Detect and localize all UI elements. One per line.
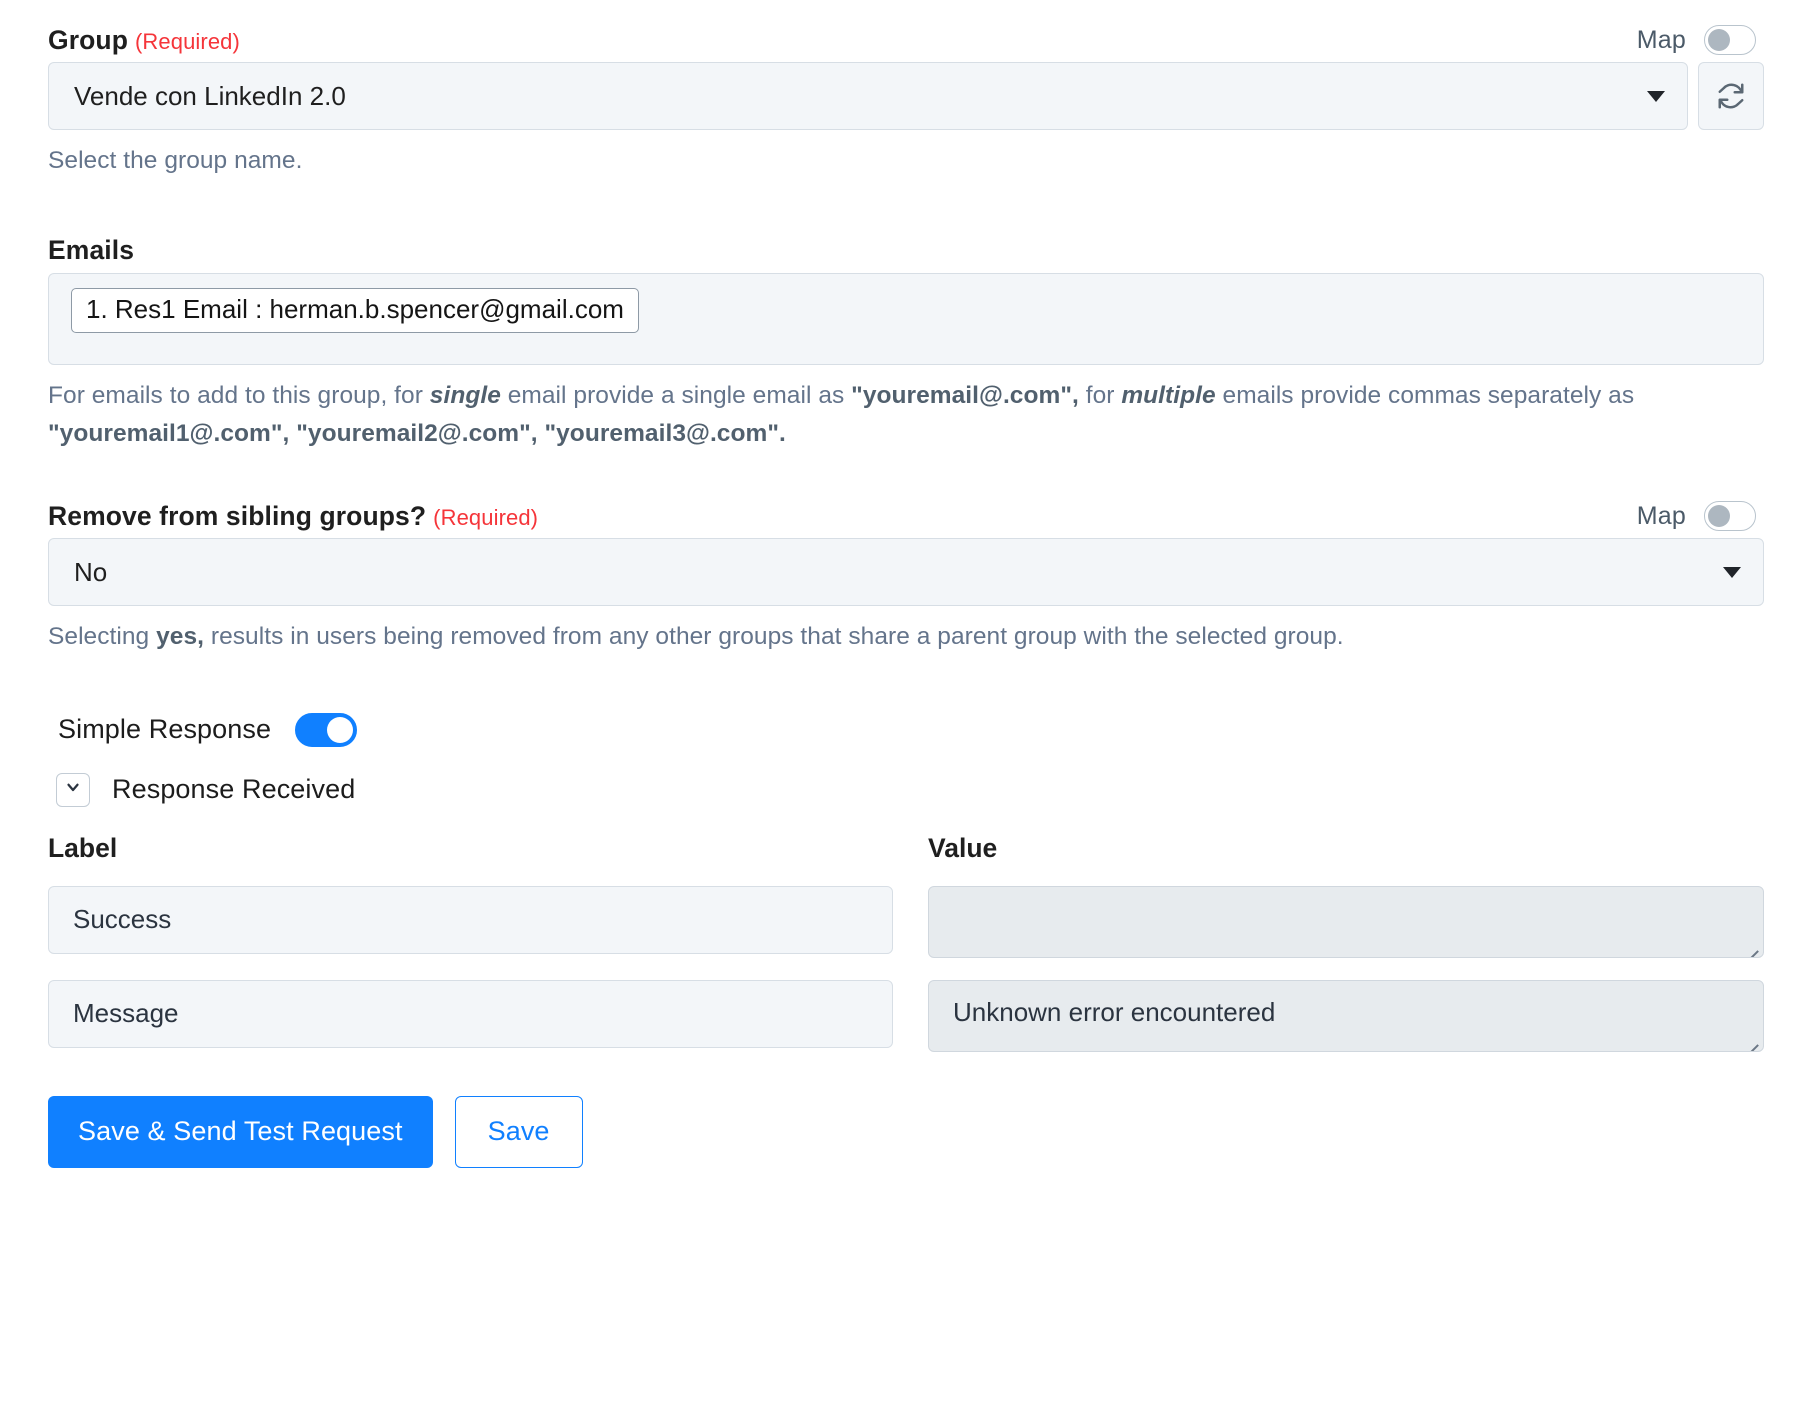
helper-emphasis: multiple — [1121, 381, 1216, 409]
response-collapse-button[interactable] — [56, 772, 90, 807]
chevron-down-icon — [1723, 566, 1741, 578]
label-column-title: Label — [48, 832, 118, 863]
form-panel: Group (Required) Map Vende con LinkedIn 2… — [0, 0, 1794, 1410]
response-label-input-0[interactable]: Success — [48, 885, 893, 954]
group-map-control: Map — [1637, 25, 1764, 55]
emails-field: Emails 1. Res1 Email : herman.b.spencer@… — [48, 229, 1764, 454]
sibling-map-label: Map — [1636, 501, 1686, 530]
label-cell: Message — [48, 979, 928, 1048]
helper-strong: "youremail@.com", — [851, 381, 1079, 409]
group-select-value: Vende con LinkedIn 2.0 — [74, 80, 346, 111]
response-row: Success — [48, 885, 1764, 958]
chevron-down-icon — [64, 778, 82, 801]
group-required-badge: (Required) — [135, 28, 240, 54]
action-buttons: Save & Send Test Request Save — [48, 1095, 1764, 1168]
simple-response-label: Simple Response — [58, 714, 272, 745]
helper-part: For emails to add to this group, for — [48, 381, 430, 409]
resize-grip-icon[interactable] — [1744, 939, 1759, 957]
response-value-textarea-0[interactable] — [928, 885, 1764, 958]
sibling-select-value: No — [74, 556, 108, 587]
helper-part: results in users being removed from any … — [204, 623, 1344, 651]
helper-emphasis: single — [429, 381, 501, 409]
sibling-label-row: Remove from sibling groups? (Required) Ma… — [48, 494, 1764, 538]
value-cell: Unknown error encountered — [928, 979, 1764, 1052]
group-label: Group (Required) — [48, 25, 240, 56]
sibling-required-badge: (Required) — [433, 504, 539, 530]
sibling-label-text: Remove from sibling groups? — [48, 500, 427, 531]
group-field: Group (Required) Map Vende con LinkedIn 2… — [48, 18, 1764, 181]
response-value-textarea-1[interactable]: Unknown error encountered — [928, 979, 1764, 1052]
label-cell: Success — [48, 885, 928, 954]
sibling-map-toggle[interactable] — [1704, 501, 1756, 532]
sibling-label: Remove from sibling groups? (Required) — [48, 501, 538, 532]
sibling-select[interactable]: No — [48, 538, 1764, 607]
group-refresh-button[interactable] — [1698, 62, 1764, 130]
chevron-down-icon — [1647, 90, 1665, 102]
label-value-header: Label Value — [48, 833, 1764, 864]
helper-part: emails provide commas separately as — [1215, 381, 1635, 409]
save-button[interactable]: Save — [454, 1095, 583, 1168]
group-label-text: Group — [48, 24, 128, 55]
emails-helper-text: For emails to add to this group, for sin… — [48, 377, 1764, 454]
value-cell — [928, 885, 1764, 958]
response-label-input-1[interactable]: Message — [48, 979, 893, 1048]
toggle-knob — [327, 716, 354, 743]
emails-input[interactable]: 1. Res1 Email : herman.b.spencer@gmail.c… — [48, 272, 1764, 365]
refresh-icon — [1716, 81, 1746, 111]
group-label-row: Group (Required) Map — [48, 18, 1764, 62]
response-received-header[interactable]: Response Received — [48, 772, 1764, 807]
sibling-map-control: Map — [1636, 501, 1764, 532]
simple-response-toggle[interactable] — [295, 712, 358, 747]
emails-label: Emails — [48, 235, 135, 266]
resize-grip-icon[interactable] — [1744, 1033, 1759, 1051]
helper-strong: yes, — [156, 623, 204, 651]
group-map-label: Map — [1636, 25, 1686, 54]
label-column-header-cell: Label — [48, 833, 928, 864]
sibling-helper-text: Selecting yes, results in users being re… — [48, 618, 1764, 657]
toggle-knob — [1708, 29, 1730, 51]
helper-strong: "youremail1@.com", "youremail2@.com", "y… — [48, 420, 786, 448]
save-and-send-test-request-button[interactable]: Save & Send Test Request — [48, 1095, 433, 1168]
group-select[interactable]: Vende con LinkedIn 2.0 — [48, 62, 1688, 130]
group-helper-text: Select the group name. — [48, 147, 303, 174]
helper-part: email provide a single email as — [500, 381, 852, 409]
sibling-input-row: No — [48, 538, 1764, 607]
group-input-row: Vende con LinkedIn 2.0 — [48, 62, 1764, 130]
response-value-text-1: Unknown error encountered — [953, 996, 1276, 1027]
emails-label-row: Emails — [48, 229, 1764, 273]
toggle-knob — [1708, 505, 1730, 528]
response-received-title: Response Received — [112, 774, 356, 805]
email-token[interactable]: 1. Res1 Email : herman.b.spencer@gmail.c… — [71, 287, 639, 333]
helper-part: Selecting — [48, 623, 157, 651]
response-row: Message Unknown error encountered — [48, 979, 1764, 1052]
sibling-groups-field: Remove from sibling groups? (Required) Ma… — [48, 494, 1764, 657]
simple-response-row: Simple Response — [48, 712, 1764, 747]
value-column-header-cell: Value — [928, 833, 997, 864]
value-column-title: Value — [928, 832, 998, 863]
helper-part: for — [1078, 381, 1122, 409]
group-map-toggle[interactable] — [1704, 25, 1756, 55]
